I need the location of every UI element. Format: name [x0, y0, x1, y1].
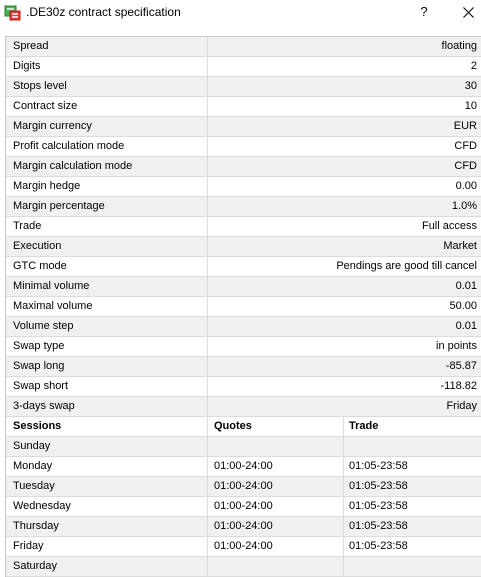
- session-day: Friday: [6, 537, 208, 556]
- spec-row[interactable]: Maximal volume 50.00: [6, 297, 481, 317]
- spec-value: Full access: [421, 220, 477, 232]
- spec-row[interactable]: Swap type in points: [6, 337, 481, 357]
- spec-row[interactable]: Contract size 10: [6, 97, 481, 117]
- session-day: Sunday: [6, 437, 208, 456]
- spec-name: Minimal volume: [6, 277, 208, 296]
- title-bar: .DE30z contract specification ?: [0, 0, 481, 25]
- spec-name: Margin hedge: [6, 177, 208, 196]
- session-row[interactable]: Wednesday 01:00-24:00 01:05-23:58: [6, 497, 481, 517]
- spec-name: Execution: [6, 237, 208, 256]
- specification-table: Spread floating Digits 2 Stops level 30 Contra…: [5, 36, 481, 577]
- spec-name: Margin currency: [6, 117, 208, 136]
- session-day: Monday: [6, 457, 208, 476]
- spec-value: Market: [443, 240, 477, 252]
- spec-row[interactable]: Margin percentage 1.0%: [6, 197, 481, 217]
- spec-row[interactable]: Execution Market: [6, 237, 481, 257]
- session-quotes: 01:00-24:00: [209, 497, 344, 516]
- spec-value: 1.0%: [451, 200, 477, 212]
- spec-row[interactable]: Trade Full access: [6, 217, 481, 237]
- spec-row[interactable]: Spread floating: [6, 37, 481, 57]
- spec-value: -118.82: [440, 380, 478, 392]
- spec-row[interactable]: Volume step 0.01: [6, 317, 481, 337]
- spec-row[interactable]: Swap short -118.82: [6, 377, 481, 397]
- spec-value: CFD: [454, 160, 477, 172]
- spec-row[interactable]: 3-days swap Friday: [6, 397, 481, 417]
- spec-row[interactable]: Margin calculation mode CFD: [6, 157, 481, 177]
- session-trade: 01:05-23:58: [349, 480, 408, 492]
- spec-value: 0.00: [455, 180, 477, 192]
- session-quotes: 01:00-24:00: [209, 477, 344, 496]
- session-quotes: 01:00-24:00: [209, 537, 344, 556]
- spec-row[interactable]: Digits 2: [6, 57, 481, 77]
- spec-name: Margin calculation mode: [6, 157, 208, 176]
- spec-name: Profit calculation mode: [6, 137, 208, 156]
- spec-name: 3-days swap: [6, 397, 208, 416]
- spec-value: Friday: [446, 400, 477, 412]
- session-quotes: 01:00-24:00: [209, 517, 344, 536]
- close-icon: [462, 7, 474, 18]
- session-trade: [345, 557, 480, 576]
- session-day: Saturday: [6, 557, 208, 576]
- spec-value: 0.01: [455, 320, 477, 332]
- session-row[interactable]: Friday 01:00-24:00 01:05-23:58: [6, 537, 481, 557]
- spec-name: Swap short: [6, 377, 208, 396]
- spec-value: 50.00: [449, 300, 477, 312]
- session-trade: 01:05-23:58: [349, 500, 408, 512]
- spec-name: Maximal volume: [6, 297, 208, 316]
- window-title: .DE30z contract specification: [26, 5, 181, 19]
- session-day: Wednesday: [6, 497, 208, 516]
- spec-row[interactable]: Minimal volume 0.01: [6, 277, 481, 297]
- session-day: Thursday: [6, 517, 208, 536]
- spec-name: Trade: [6, 217, 208, 236]
- session-row[interactable]: Saturday: [6, 557, 481, 577]
- spec-row[interactable]: GTC mode Pendings are good till cancel: [6, 257, 481, 277]
- spec-value: CFD: [454, 140, 477, 152]
- spec-row[interactable]: Profit calculation mode CFD: [6, 137, 481, 157]
- spec-name: Stops level: [6, 77, 208, 96]
- session-quotes: [209, 437, 344, 456]
- spec-row[interactable]: Margin currency EUR: [6, 117, 481, 137]
- spec-name: Digits: [6, 57, 208, 76]
- spec-value: 30: [464, 80, 477, 92]
- sessions-header-row: Sessions Quotes Trade: [6, 417, 481, 437]
- spec-name: GTC mode: [6, 257, 208, 276]
- terminal-app-icon: [4, 4, 22, 22]
- spec-value: in points: [436, 340, 477, 352]
- quotes-header: Quotes: [209, 417, 344, 436]
- sessions-header: Sessions: [6, 417, 208, 436]
- spec-value: EUR: [453, 120, 477, 132]
- spec-value: floating: [441, 40, 477, 52]
- spec-row[interactable]: Swap long -85.87: [6, 357, 481, 377]
- spec-value: -85.87: [445, 360, 477, 372]
- spec-name: Swap long: [6, 357, 208, 376]
- spec-name: Contract size: [6, 97, 208, 116]
- spec-name: Margin percentage: [6, 197, 208, 216]
- spec-value: 2: [470, 60, 477, 72]
- trade-header: Trade: [349, 420, 379, 432]
- spec-value: 0.01: [455, 280, 477, 292]
- session-row[interactable]: Tuesday 01:00-24:00 01:05-23:58: [6, 477, 481, 497]
- session-trade: 01:05-23:58: [349, 520, 408, 532]
- session-trade: [345, 437, 480, 456]
- spec-name: Volume step: [6, 317, 208, 336]
- session-quotes: 01:00-24:00: [209, 457, 344, 476]
- session-day: Tuesday: [6, 477, 208, 496]
- session-row[interactable]: Monday 01:00-24:00 01:05-23:58: [6, 457, 481, 477]
- help-button[interactable]: ?: [413, 2, 435, 22]
- spec-value: 10: [464, 100, 477, 112]
- spec-name: Swap type: [6, 337, 208, 356]
- spec-row[interactable]: Margin hedge 0.00: [6, 177, 481, 197]
- session-row[interactable]: Sunday: [6, 437, 481, 457]
- spec-value: Pendings are good till cancel: [336, 260, 477, 272]
- close-button[interactable]: [457, 2, 479, 22]
- spec-name: Spread: [6, 37, 208, 56]
- spec-row[interactable]: Stops level 30: [6, 77, 481, 97]
- session-quotes: [209, 557, 344, 576]
- session-row[interactable]: Thursday 01:00-24:00 01:05-23:58: [6, 517, 481, 537]
- session-trade: 01:05-23:58: [349, 540, 408, 552]
- session-trade: 01:05-23:58: [349, 460, 408, 472]
